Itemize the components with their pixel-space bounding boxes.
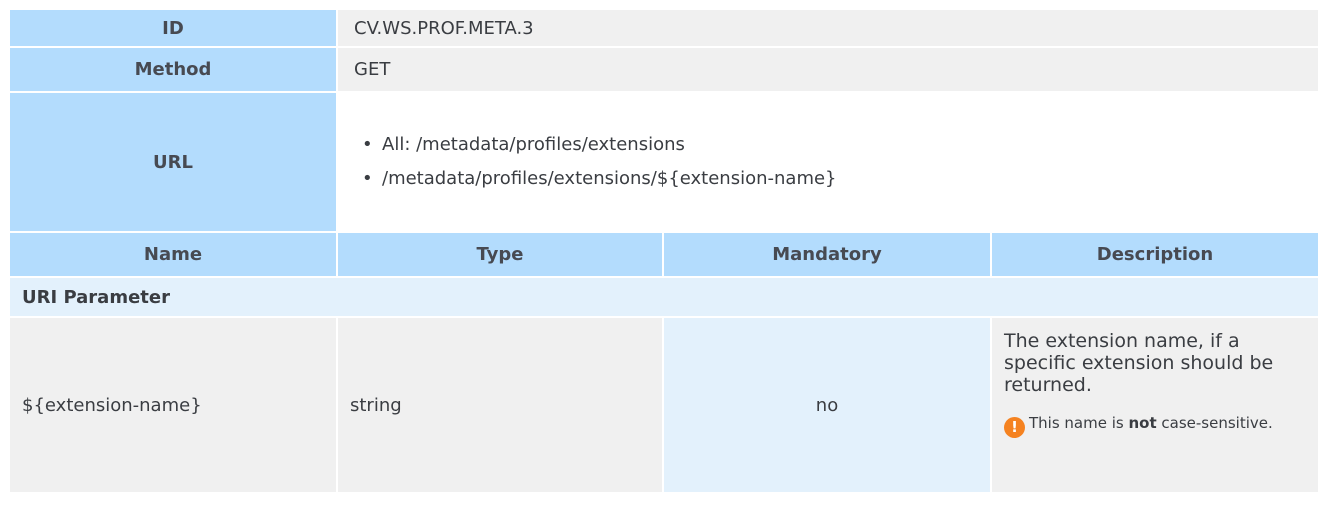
id-label: ID: [10, 10, 336, 46]
column-header-mandatory: Mandatory: [664, 233, 990, 276]
method-row: Method GET: [10, 48, 1318, 91]
note-text-after: case-sensitive.: [1156, 414, 1273, 432]
parameter-description-cell: The extension name, if a specific extens…: [992, 318, 1318, 492]
url-label: URL: [10, 93, 336, 231]
url-item-text: All: /metadata/profiles/extensions: [382, 134, 685, 155]
id-row: ID CV.WS.PROF.META.3: [10, 10, 1318, 46]
column-header-description: Description: [992, 233, 1318, 276]
column-header-name: Name: [10, 233, 336, 276]
api-spec-table-wrapper: ID CV.WS.PROF.META.3 Method GET URL • All…: [10, 10, 1318, 494]
url-item-text: /metadata/profiles/extensions/${extensio…: [382, 168, 837, 189]
url-row: URL • All: /metadata/profiles/extensions …: [10, 93, 1318, 231]
parameter-mandatory: no: [664, 318, 990, 492]
parameter-note: ! This name is not case-sensitive.: [1004, 410, 1310, 438]
parameter-row: ${extension-name} string no The extensio…: [10, 318, 1318, 492]
section-row: URI Parameter: [10, 278, 1318, 316]
url-list: • All: /metadata/profiles/extensions •/me…: [338, 128, 1318, 196]
api-spec-table: ID CV.WS.PROF.META.3 Method GET URL • All…: [8, 8, 1318, 494]
note-text-before: This name is: [1029, 414, 1129, 432]
column-header-row: Name Type Mandatory Description: [10, 233, 1318, 276]
method-label: Method: [10, 48, 336, 91]
parameter-name: ${extension-name}: [10, 318, 336, 492]
url-list-cell: • All: /metadata/profiles/extensions •/me…: [338, 93, 1318, 231]
url-item: • All: /metadata/profiles/extensions: [362, 134, 685, 155]
note-text-bold: not: [1128, 414, 1157, 432]
section-heading: URI Parameter: [10, 278, 1318, 316]
id-value: CV.WS.PROF.META.3: [338, 10, 1318, 46]
url-item: •/metadata/profiles/extensions/${extensi…: [362, 168, 837, 189]
column-header-type: Type: [338, 233, 662, 276]
parameter-type: string: [338, 318, 662, 492]
warning-icon: !: [1004, 417, 1025, 438]
parameter-description: The extension name, if a specific extens…: [1004, 330, 1274, 396]
method-value: GET: [338, 48, 1318, 91]
